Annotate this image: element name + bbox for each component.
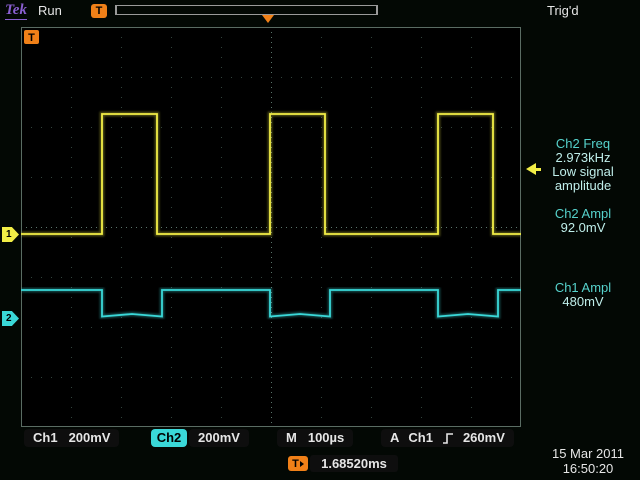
ch2-label-chip: Ch2 [151,429,187,447]
trigger-status: Trig'd [547,3,579,18]
horizontal-label: M [286,429,297,447]
measurement-label: Ch2 Ampl [526,207,640,221]
trigger-time-marker-label: T [292,458,299,470]
ch2-scale-readout: 200mV [189,429,249,447]
tek-logo: Tek [5,2,27,20]
measurement-ch2-freq: Ch2 Freq 2.973kHz Low signal amplitude [526,137,640,193]
right-arrow-icon [300,461,304,467]
trigger-position-badge: T [24,30,39,44]
record-view-bar [115,5,378,15]
ch1-ground-marker: 1 [2,227,19,242]
acquisition-status: Run [38,3,62,18]
measurement-value: 480mV [526,295,640,309]
measurement-value: 92.0mV [526,221,640,235]
trigger-time-marker: T [288,456,308,471]
measurement-warning: Low signal amplitude [526,165,640,193]
rising-slope-icon [442,432,454,445]
measurement-ch1-ampl: Ch1 Ampl 480mV [526,281,640,309]
time-display: 16:50:20 [538,461,638,476]
measurement-label: Ch1 Ampl [526,281,640,295]
measurement-label: Ch2 Freq [526,137,640,151]
measurement-ch2-ampl: Ch2 Ampl 92.0mV [526,207,640,235]
trigger-position-badge-label: T [28,32,35,44]
ch2-scale: 200mV [198,429,240,447]
trigger-settings-readout: A Ch1 260mV [381,429,514,447]
oscilloscope-screen: Tek Run T Trig'd T 1 2 Ch2 Freq [0,0,640,480]
date-display: 15 Mar 2011 [538,446,638,461]
measurement-value: 2.973kHz [526,151,640,165]
ch1-scale-readout: Ch1 200mV [24,429,119,447]
waveform-plot: T [21,27,521,427]
ch2-ground-marker: 2 [2,311,19,326]
trigger-source: Ch1 [408,429,433,447]
horizontal-readout: M 100µs [277,429,353,447]
datetime-display: 15 Mar 2011 16:50:20 [538,446,638,476]
horizontal-scale: 100µs [308,429,344,447]
trigger-time-value: 1.68520ms [310,455,398,472]
ch1-scale: 200mV [69,429,111,447]
ch1-label: Ch1 [33,429,58,447]
graticule: T [21,27,521,427]
trigger-mode: A [390,429,399,447]
trigger-marker-badge: T [91,4,107,18]
trigger-position-icon [262,15,274,23]
waveforms [21,114,521,317]
trigger-level: 260mV [463,429,505,447]
